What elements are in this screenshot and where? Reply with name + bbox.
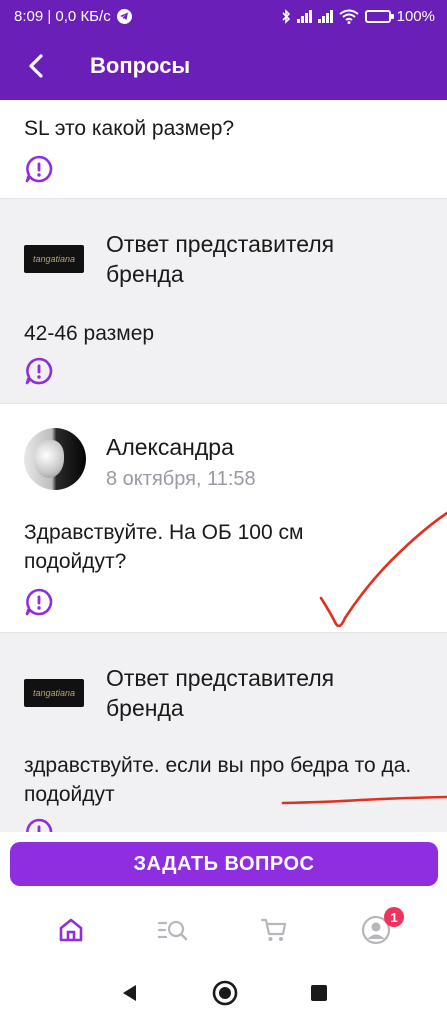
question-date: 8 октября, 11:58 — [106, 468, 256, 490]
profile-badge: 1 — [384, 907, 405, 927]
ask-question-button[interactable]: ЗАДАТЬ ВОПРОС — [10, 842, 438, 886]
status-time: 8:09 | 0,0 КБ/с — [14, 7, 111, 25]
back-triangle-icon[interactable] — [120, 983, 140, 1003]
status-right: 100% — [281, 8, 435, 25]
tab-cart[interactable] — [244, 905, 304, 955]
bluetooth-icon — [282, 8, 290, 24]
author-meta: Александра 8 октября, 11:58 — [106, 428, 256, 491]
answer-author-row: tangatiana Ответ представителя бренда — [24, 663, 396, 723]
answer-text: 42-46 размер — [24, 322, 155, 345]
system-nav-bar — [0, 962, 447, 1024]
tab-catalog[interactable] — [143, 905, 203, 955]
brand-logo: tangatiana — [24, 679, 84, 707]
question-card: Александра 8 октября, 11:58 Здравствуйте… — [0, 404, 447, 632]
answer-card: tangatiana Ответ представителя бренда 42… — [0, 199, 447, 403]
brand-logo-text: tangatiana — [32, 688, 76, 698]
report-icon[interactable] — [24, 154, 54, 184]
telegram-icon — [116, 8, 132, 24]
report-icon[interactable] — [24, 356, 54, 386]
question-text: SL это какой размер? — [24, 117, 235, 140]
signal-icon-1 — [296, 9, 312, 23]
home-icon — [59, 918, 83, 942]
answer-author: Ответ представителя бренда — [106, 231, 335, 287]
avatar — [24, 428, 86, 490]
brand-logo-text: tangatiana — [32, 254, 76, 264]
page-title: Вопросы — [90, 53, 191, 78]
home-circle-icon[interactable] — [212, 980, 238, 1006]
tab-profile[interactable]: 1 — [346, 905, 406, 955]
question-card: SL это какой размер? — [0, 100, 447, 198]
tab-home[interactable] — [41, 905, 101, 955]
questions-feed[interactable]: SL это какой размер? tangatiana Ответ пр… — [0, 100, 447, 832]
app-bar: Вопросы — [0, 32, 447, 100]
battery-percent: 100% — [396, 7, 435, 25]
status-bar: 8:09 | 0,0 КБ/с 100% — [0, 0, 447, 32]
battery-icon — [364, 9, 394, 23]
recents-square-icon[interactable] — [310, 984, 328, 1002]
status-left: 8:09 | 0,0 КБ/с — [14, 8, 132, 25]
cart-icon — [261, 918, 287, 941]
question-author: Александра — [106, 434, 234, 460]
question-author-row: Александра 8 октября, 11:58 — [24, 428, 256, 491]
back-button[interactable] — [6, 32, 66, 100]
signal-icon-2 — [317, 9, 333, 23]
answer-text: здравствуйте. если вы про бедра то да. п… — [24, 754, 412, 806]
answer-author: Ответ представителя бренда — [106, 665, 335, 721]
report-icon[interactable] — [24, 817, 54, 832]
answer-author-row: tangatiana Ответ представителя бренда — [24, 229, 396, 289]
wifi-icon — [339, 9, 359, 24]
report-icon[interactable] — [24, 587, 54, 617]
chevron-left-icon — [29, 54, 43, 78]
question-text: Здравствуйте. На ОБ 100 см подойдут? — [24, 521, 304, 573]
catalog-search-icon — [157, 920, 187, 941]
brand-logo: tangatiana — [24, 245, 84, 273]
answer-card: tangatiana Ответ представителя бренда зд… — [0, 633, 447, 832]
bottom-tab-bar: 1 — [0, 898, 447, 962]
